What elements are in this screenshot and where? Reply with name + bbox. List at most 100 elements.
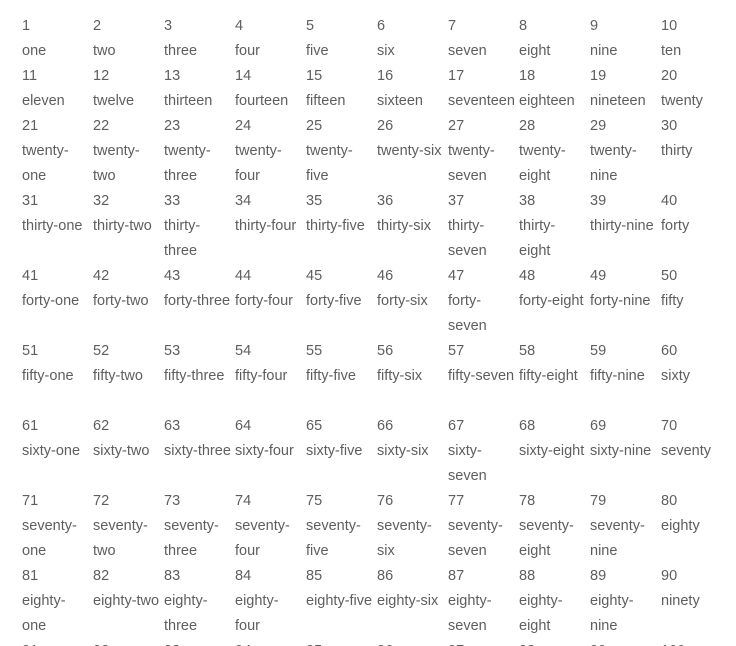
cell-word: twenty-three (164, 143, 211, 184)
number-cell: 13 thirteen (164, 64, 235, 114)
number-cell: 49 forty-nine (590, 264, 661, 339)
cell-word: forty-seven (448, 293, 487, 334)
cell-number: 68 (519, 418, 536, 434)
number-cell: 61 sixty-one (22, 414, 93, 489)
cell-number: 41 (22, 268, 39, 284)
cell-number: 12 (93, 68, 110, 84)
number-cell: 4 four (235, 14, 306, 64)
cell-number: 13 (164, 68, 181, 84)
cell-word: eighteen (519, 93, 575, 109)
cell-number: 44 (235, 268, 252, 284)
cell-word: thirty-nine (590, 218, 654, 234)
cell-word: ten (661, 43, 682, 59)
cell-word: thirty-seven (448, 218, 487, 259)
number-cell: 46 forty-six (377, 264, 448, 339)
cell-number: 1 (22, 18, 31, 34)
cell-number: 60 (661, 343, 678, 359)
cell-number: 55 (306, 343, 323, 359)
number-cell: 87 eighty-seven (448, 564, 519, 639)
number-cell: 22 twenty-two (93, 114, 164, 189)
cell-number: 16 (377, 68, 394, 84)
number-cell: 54 fifty-four (235, 339, 306, 414)
number-row: 21 twenty-one 22 twenty-two 23 twenty-three 24… (22, 114, 736, 189)
cell-word: fifty-two (93, 368, 143, 384)
number-cell: 9 nine (590, 14, 661, 64)
cell-number: 32 (93, 193, 110, 209)
cell-number: 73 (164, 493, 181, 509)
number-cell: 84 eighty-four (235, 564, 306, 639)
cell-number: 76 (377, 493, 394, 509)
cell-number: 25 (306, 118, 323, 134)
cell-word: thirty-six (377, 218, 431, 234)
number-row: 71 seventy-one 72 seventy-two 73 seventy-thre… (22, 489, 736, 564)
cell-number: 61 (22, 418, 39, 434)
cell-number: 100 (661, 639, 728, 646)
cell-number: 5 (306, 18, 315, 34)
cell-word: seventy-nine (590, 518, 645, 559)
cell-word: twenty (661, 93, 703, 109)
cell-number: 91 (22, 639, 89, 646)
cell-number: 57 (448, 343, 465, 359)
cell-word: fifty-one (22, 368, 74, 384)
number-cell: 40 forty (661, 189, 732, 264)
number-cell: 25 twenty-five (306, 114, 377, 189)
number-cell: 44 forty-four (235, 264, 306, 339)
number-cell: 27 twenty-seven (448, 114, 519, 189)
number-cell: 33 thirty-three (164, 189, 235, 264)
number-cell: 23 twenty-three (164, 114, 235, 189)
cell-word: sixty-nine (590, 443, 652, 459)
cell-number: 51 (22, 343, 39, 359)
cell-number: 75 (306, 493, 323, 509)
cell-word: forty-eight (519, 293, 584, 309)
number-cell: 12 twelve (93, 64, 164, 114)
number-cell: 62 sixty-two (93, 414, 164, 489)
number-cell: 95ninety-five (306, 639, 377, 646)
cell-number: 58 (519, 343, 536, 359)
cell-number: 89 (590, 568, 607, 584)
number-cell: 90 ninety (661, 564, 732, 639)
number-cell: 51 fifty-one (22, 339, 93, 414)
cell-number: 27 (448, 118, 465, 134)
cell-number: 11 (22, 68, 38, 84)
cell-number: 50 (661, 268, 678, 284)
number-cell: 52 fifty-two (93, 339, 164, 414)
cell-word: twenty-nine (590, 143, 637, 184)
number-cell: 47 forty-seven (448, 264, 519, 339)
cell-number: 36 (377, 193, 394, 209)
number-cell: 48 forty-eight (519, 264, 590, 339)
cell-word: nine (590, 43, 618, 59)
number-row: 11 eleven 12 twelve 13 thirteen 14 fourteen 15 fi… (22, 64, 736, 114)
number-cell: 67 sixty-seven (448, 414, 519, 489)
cell-number: 9 (590, 18, 599, 34)
number-cell: 65 sixty-five (306, 414, 377, 489)
cell-word: sixty-three (164, 443, 231, 459)
number-cell: 97ninety-seven (448, 639, 519, 646)
cell-number: 74 (235, 493, 252, 509)
cell-word: twenty-one (22, 143, 69, 184)
cell-word: forty-three (164, 293, 231, 309)
cell-word: five (306, 43, 329, 59)
cell-number: 90 (661, 568, 678, 584)
cell-word: thirty-five (306, 218, 365, 234)
number-row: 41 forty-one 42 forty-two 43 forty-three 44 for… (22, 264, 736, 339)
cell-word: fifty-nine (590, 368, 645, 384)
cell-number: 54 (235, 343, 252, 359)
cell-word: twenty-eight (519, 143, 566, 184)
cell-number: 20 (661, 68, 678, 84)
cell-number: 88 (519, 568, 536, 584)
number-cell: 16 sixteen (377, 64, 448, 114)
cell-number: 21 (22, 118, 39, 134)
cell-number: 83 (164, 568, 181, 584)
number-cell: 38 thirty-eight (519, 189, 590, 264)
number-cell: 98ninety-eight (519, 639, 590, 646)
number-cell: 82 eighty-two (93, 564, 164, 639)
cell-word: seventy-three (164, 518, 219, 559)
number-cell: 18 eighteen (519, 64, 590, 114)
number-cell: 77 seventy-seven (448, 489, 519, 564)
number-cell: 34 thirty-four (235, 189, 306, 264)
number-cell: 17 seventeen (448, 64, 519, 114)
number-cell: 32 thirty-two (93, 189, 164, 264)
cell-word: eighty-one (22, 593, 66, 634)
cell-word: thirty-one (22, 218, 83, 234)
number-cell: 93ninety-three (164, 639, 235, 646)
